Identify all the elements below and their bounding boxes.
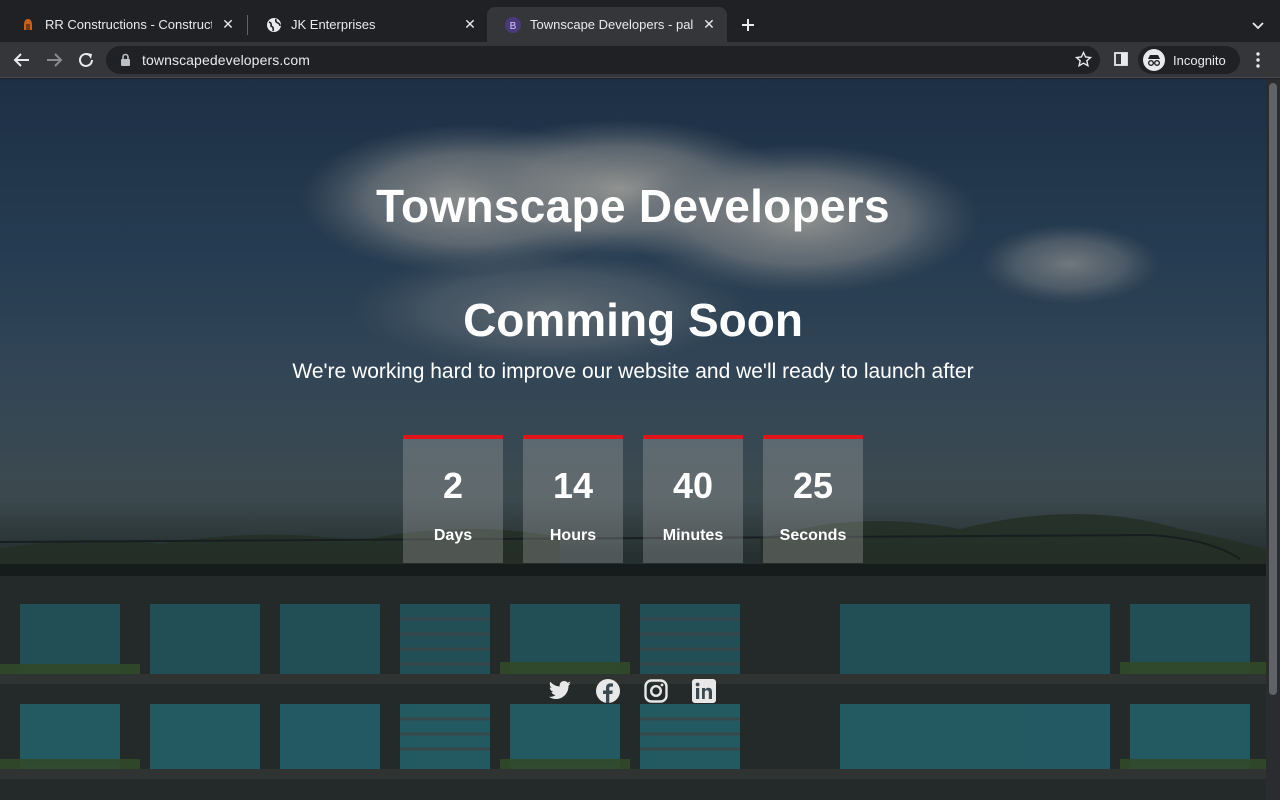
tab-rr-constructions[interactable]: RR Constructions - Constructio ✕ [2,7,246,42]
countdown-value: 14 [552,465,594,506]
linkedin-icon[interactable] [692,679,716,703]
address-bar[interactable]: townscapedevelopers.com [106,46,1100,74]
lock-icon[interactable] [120,53,131,72]
tab-title: RR Constructions - Constructio [45,17,212,32]
page-viewport: Townscape Developers Comming Soon We're … [0,79,1266,800]
back-icon[interactable] [10,48,34,72]
incognito-icon [1143,49,1165,71]
globe-icon [266,17,282,33]
forward-icon[interactable] [42,48,66,72]
tab-strip: RR Constructions - Constructio ✕ JK Ente… [0,0,1280,42]
twitter-icon[interactable] [548,679,572,703]
countdown-timer: 2 Days 14 Hours 40 Minutes 25 Seconds [403,435,863,563]
reload-icon[interactable] [74,48,98,72]
close-tab-icon[interactable]: ✕ [220,16,236,33]
countdown-label: Minutes [662,527,724,544]
countdown-days: 2 Days [403,435,503,563]
more-menu-icon[interactable] [1248,48,1268,72]
countdown-label: Days [433,527,473,544]
page-scrollbar[interactable] [1266,79,1280,800]
svg-text:B: B [510,21,517,32]
url-text[interactable]: townscapedevelopers.com [142,52,310,68]
new-tab-icon[interactable] [736,13,760,37]
countdown-hours: 14 Hours [523,435,623,563]
instagram-icon[interactable] [644,679,668,703]
tab-title: Townscape Developers - palan [530,17,693,32]
incognito-indicator[interactable]: Incognito [1138,46,1240,74]
tab-title: JK Enterprises [291,17,376,32]
social-links [548,679,716,703]
facebook-icon[interactable] [596,679,620,703]
page-subtitle: We're working hard to improve our websit… [292,360,974,383]
side-panel-icon[interactable] [1112,50,1130,73]
browser-toolbar: townscapedevelopers.com Incognito [0,42,1280,78]
close-tab-icon[interactable]: ✕ [462,16,478,33]
countdown-label: Seconds [779,527,847,544]
countdown-value: 40 [672,465,714,506]
countdown-value: 2 [442,465,464,506]
construction-favicon [20,17,36,33]
close-tab-icon[interactable]: ✕ [701,16,717,33]
incognito-label: Incognito [1173,52,1226,68]
countdown-seconds: 25 Seconds [763,435,863,563]
tab-jk-enterprises[interactable]: JK Enterprises ✕ [248,7,488,42]
page-title: Comming Soon [463,294,803,346]
site-brand: Townscape Developers [376,180,890,232]
countdown-value: 25 [792,465,834,506]
scrollbar-thumb[interactable] [1269,83,1277,695]
countdown-minutes: 40 Minutes [643,435,743,563]
coming-soon-section: Townscape Developers Comming Soon We're … [0,79,1266,800]
countdown-label: Hours [549,527,597,544]
bookmark-star-icon[interactable] [1074,50,1093,73]
chevron-down-icon[interactable] [1246,13,1270,37]
bootstrap-favicon: B [505,16,521,33]
tab-townscape-developers[interactable]: B Townscape Developers - palan ✕ [487,7,727,42]
